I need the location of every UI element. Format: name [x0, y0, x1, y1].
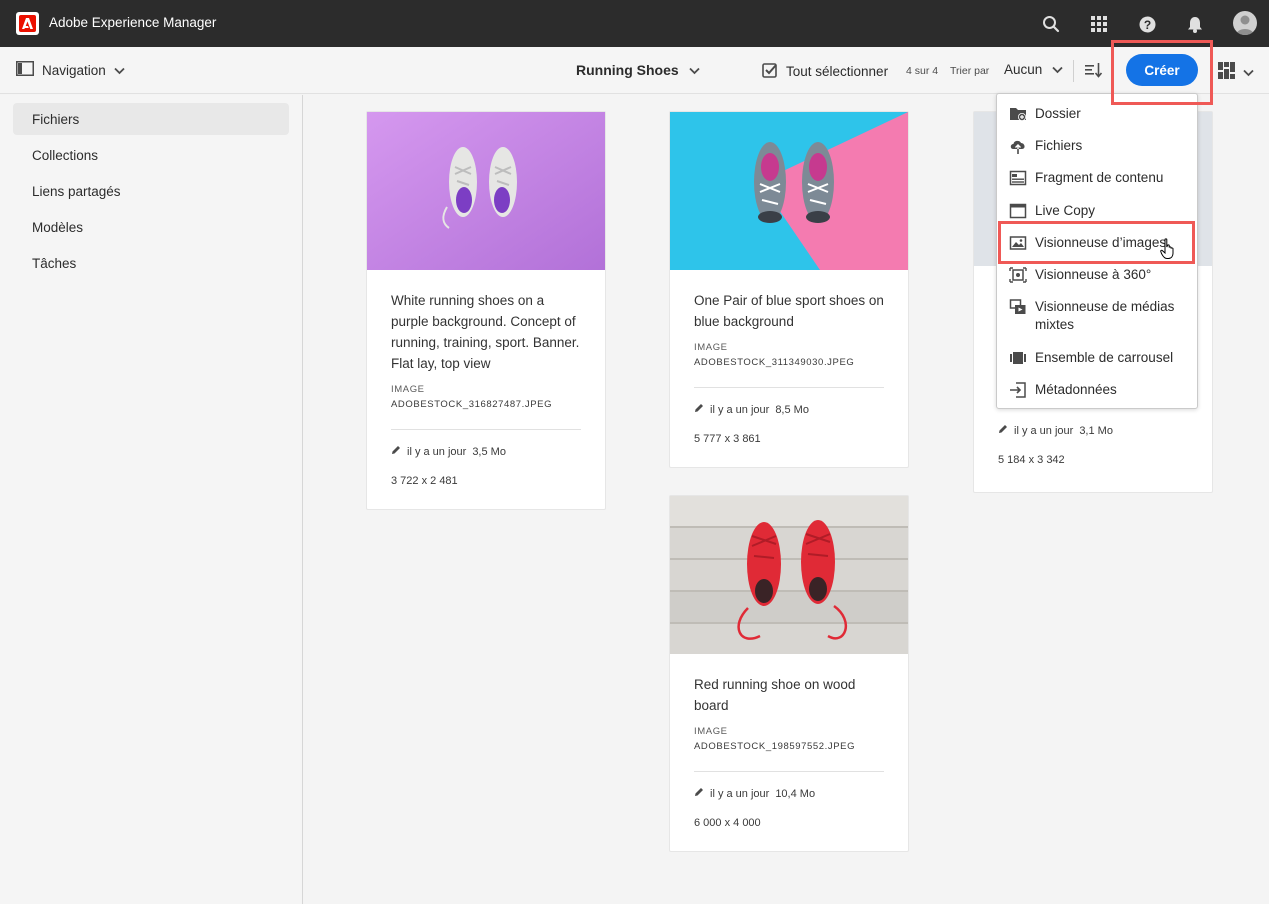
chevron-down-icon: [1052, 62, 1063, 77]
menu-item-visionneuse-medias-mixtes[interactable]: Visionneuse de médias mixtes: [997, 298, 1197, 334]
asset-card[interactable]: Red running shoe on wood board IMAGE ADO…: [669, 495, 909, 852]
live-copy-icon: [1009, 202, 1027, 220]
top-bar: Adobe Experience Manager ?: [0, 0, 1269, 47]
asset-size: 8,5 Mo: [775, 403, 809, 416]
asset-dimensions: 6 000 x 4 000: [694, 817, 761, 829]
rail-icon: [16, 61, 34, 79]
action-bar: Navigation Running Shoes Tout sélectionn…: [0, 47, 1269, 94]
help-icon[interactable]: ?: [1135, 12, 1159, 36]
pencil-icon: [694, 787, 704, 800]
asset-dimensions: 3 722 x 2 481: [391, 475, 458, 487]
chevron-down-icon: [1243, 64, 1254, 82]
menu-item-live-copy[interactable]: Live Copy: [997, 202, 1197, 220]
asset-type: IMAGE: [694, 342, 728, 353]
carousel-icon: [1009, 349, 1027, 367]
cloud-upload-icon: [1009, 137, 1027, 155]
asset-filename: ADOBESTOCK_198597552.JPEG: [694, 741, 856, 752]
pencil-icon: [694, 403, 704, 416]
metadata-icon: [1009, 381, 1027, 399]
divider: [391, 429, 581, 430]
checkbox-select-icon: [762, 62, 778, 81]
asset-size: 3,1 Mo: [1079, 424, 1113, 437]
user-avatar[interactable]: [1233, 11, 1257, 35]
adobe-logo-icon[interactable]: [16, 12, 39, 35]
content-fragment-icon: [1009, 169, 1027, 187]
apps-grid-icon[interactable]: [1087, 12, 1111, 36]
spin-360-icon: [1009, 266, 1027, 284]
sidebar-item-fichiers[interactable]: Fichiers: [13, 103, 289, 135]
view-switcher[interactable]: [1218, 62, 1254, 84]
sidebar: Fichiers Collections Liens partagés Modè…: [0, 95, 303, 904]
asset-meta: il y a un jour 8,5 Mo: [694, 403, 884, 416]
bell-icon[interactable]: [1183, 12, 1207, 36]
asset-size: 10,4 Mo: [775, 787, 816, 800]
asset-dimensions: 5 184 x 3 342: [998, 454, 1065, 466]
sidebar-item-taches[interactable]: Tâches: [13, 247, 289, 279]
create-button-highlight: [1111, 40, 1213, 105]
chevron-down-icon: [689, 62, 700, 78]
divider: [694, 771, 884, 772]
asset-modified: il y a un jour: [710, 403, 770, 416]
hand-cursor-icon: [1160, 238, 1176, 265]
asset-meta: il y a un jour 3,1 Mo: [998, 424, 1113, 437]
chevron-down-icon: [114, 63, 125, 78]
mixed-media-icon: [1009, 298, 1027, 316]
sidebar-item-collections[interactable]: Collections: [13, 139, 289, 171]
sort-order-icon[interactable]: [1085, 62, 1103, 83]
asset-title: White running shoes on a purple backgrou…: [391, 293, 580, 371]
app-title: Adobe Experience Manager: [49, 15, 217, 30]
folder-title-dropdown[interactable]: Running Shoes: [576, 62, 700, 78]
menu-item-metadonnees[interactable]: Métadonnées: [997, 381, 1197, 399]
divider: [1073, 60, 1074, 82]
asset-modified: il y a un jour: [407, 445, 467, 458]
asset-size: 3,5 Mo: [472, 445, 506, 458]
pencil-icon: [391, 445, 401, 458]
sort-value: Aucun: [1004, 62, 1043, 77]
asset-thumbnail: [670, 112, 908, 270]
search-icon[interactable]: [1039, 12, 1063, 36]
asset-card[interactable]: White running shoes on a purple backgrou…: [366, 111, 606, 510]
svg-text:?: ?: [1143, 18, 1150, 32]
asset-title: One Pair of blue sport shoes on blue bac…: [694, 293, 884, 329]
sidebar-item-liens-partages[interactable]: Liens partagés: [13, 175, 289, 207]
item-count: 4 sur 4: [906, 65, 939, 77]
asset-card[interactable]: One Pair of blue sport shoes on blue bac…: [669, 111, 909, 468]
sort-by-label: Trier par: [950, 65, 990, 77]
folder-add-icon: [1009, 105, 1027, 123]
menu-item-fichiers[interactable]: Fichiers: [997, 137, 1197, 155]
asset-thumbnail: [367, 112, 605, 270]
asset-type: IMAGE: [694, 726, 728, 737]
asset-title: Red running shoe on wood board: [694, 677, 856, 713]
select-all-label: Tout sélectionner: [786, 64, 889, 79]
navigation-label: Navigation: [42, 62, 106, 78]
asset-modified: il y a un jour: [1014, 424, 1074, 437]
asset-type: IMAGE: [391, 384, 425, 395]
sort-dropdown[interactable]: Aucun: [1004, 62, 1063, 77]
asset-meta: il y a un jour 3,5 Mo: [391, 445, 581, 458]
asset-filename: ADOBESTOCK_316827487.JPEG: [391, 399, 553, 410]
asset-thumbnail: [670, 496, 908, 654]
sidebar-item-modeles[interactable]: Modèles: [13, 211, 289, 243]
menu-item-visionneuse-360[interactable]: Visionneuse à 360°: [997, 266, 1197, 284]
card-view-icon: [1218, 62, 1235, 84]
asset-modified: il y a un jour: [710, 787, 770, 800]
pencil-icon: [998, 424, 1008, 437]
menu-item-fragment-de-contenu[interactable]: Fragment de contenu: [997, 169, 1197, 187]
divider: [694, 387, 884, 388]
navigation-toggle[interactable]: Navigation: [16, 61, 125, 79]
select-all-button[interactable]: Tout sélectionner: [762, 62, 888, 81]
menu-item-ensemble-de-carrousel[interactable]: Ensemble de carrousel: [997, 349, 1197, 367]
asset-meta: il y a un jour 10,4 Mo: [694, 787, 884, 800]
folder-title: Running Shoes: [576, 62, 679, 78]
asset-filename: ADOBESTOCK_311349030.JPEG: [694, 357, 855, 368]
asset-dimensions: 5 777 x 3 861: [694, 433, 761, 445]
menu-item-dossier[interactable]: Dossier: [997, 105, 1197, 123]
